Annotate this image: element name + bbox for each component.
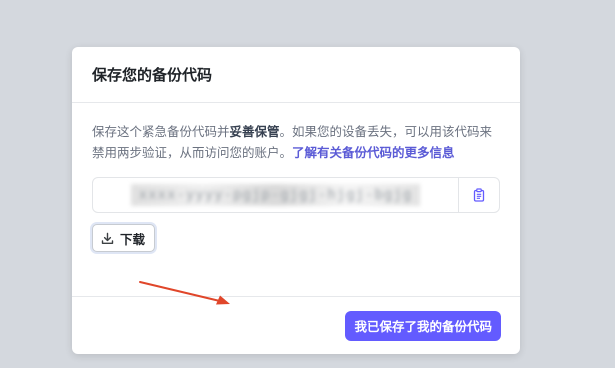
copy-button[interactable]: [458, 178, 499, 212]
backup-code-value: xxxx-yyyy-pgjp-gjgj-hjgj-bgjg: [130, 184, 421, 206]
modal-body: 保存这个紧急备份代码并妥善保管。如果您的设备丢失，可以用该代码来禁用两步验证，从…: [72, 103, 520, 252]
modal-description: 保存这个紧急备份代码并妥善保管。如果您的设备丢失，可以用该代码来禁用两步验证，从…: [92, 121, 500, 163]
download-button[interactable]: 下载: [92, 224, 156, 252]
clipboard-icon: [473, 188, 485, 202]
confirm-saved-button[interactable]: 我已保存了我的备份代码: [345, 310, 501, 341]
modal-header: 保存您的备份代码: [72, 47, 520, 103]
learn-more-link[interactable]: 了解有关备份代码的更多信息: [292, 145, 455, 160]
backup-code-field: xxxx-yyyy-pgjp-gjgj-hjgj-bgjg: [92, 177, 500, 213]
backup-code-display[interactable]: xxxx-yyyy-pgjp-gjgj-hjgj-bgjg: [93, 178, 458, 212]
modal-title: 保存您的备份代码: [92, 66, 213, 84]
download-label: 下载: [120, 231, 146, 247]
download-icon: [101, 232, 114, 244]
red-arrow-icon: [139, 281, 230, 305]
description-strong: 妥善保管: [229, 124, 280, 139]
description-text-1: 保存这个紧急备份代码并: [92, 124, 230, 139]
